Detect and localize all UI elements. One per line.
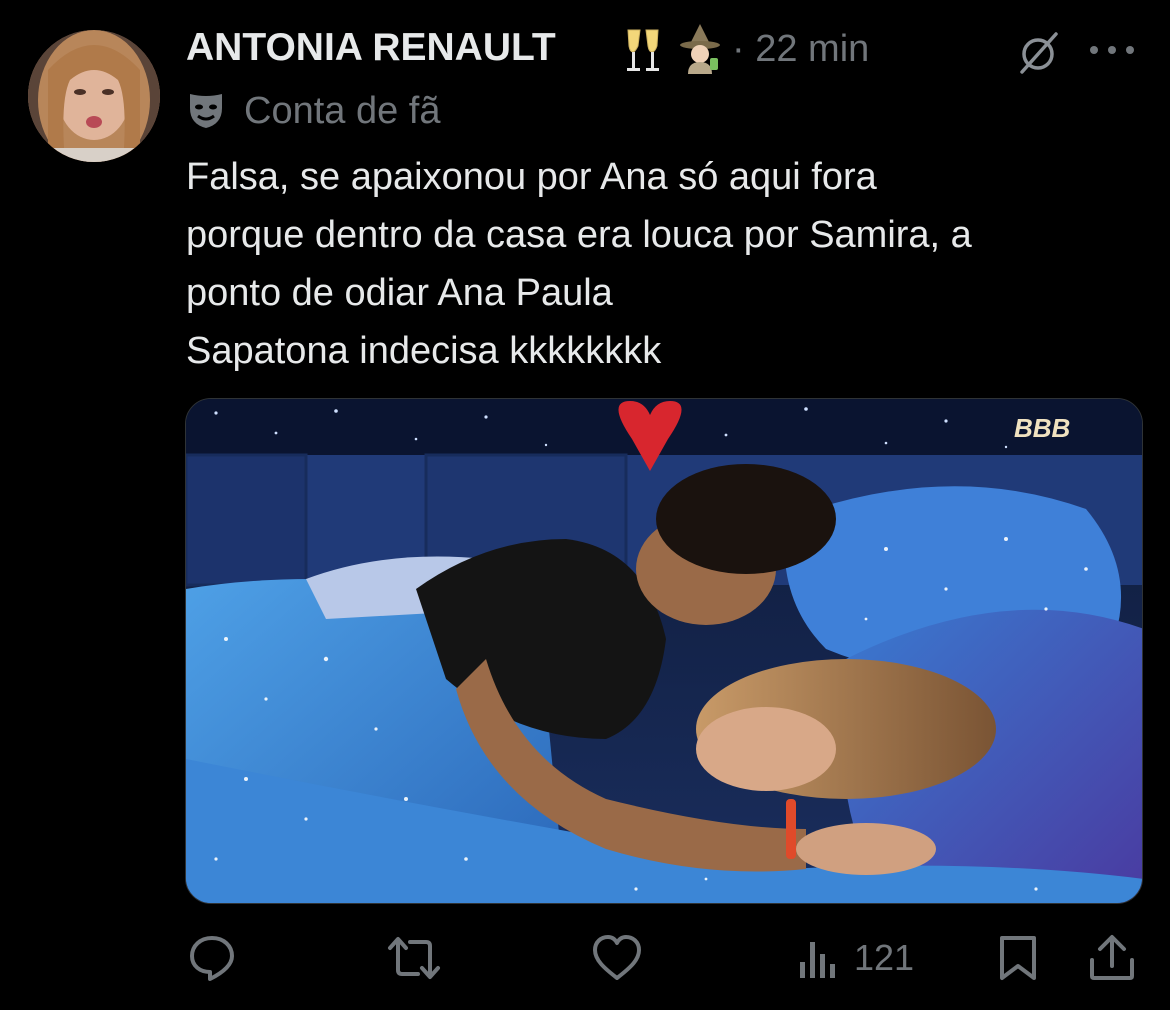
tweet-header: ANTONIA RENAULT · 22 min [186,24,1146,76]
community-label: Conta de fã [244,90,441,132]
like-button[interactable] [590,930,644,986]
media-watermark: BBB [1014,413,1070,443]
share-button[interactable] [1086,930,1138,986]
tweet-timestamp[interactable]: · 22 min [732,28,869,71]
views-icon [800,942,835,978]
tweet-text-line: ponto de odiar Ana Paula [186,272,613,314]
views-count: 121 [854,937,915,978]
author-avatar[interactable] [28,30,160,162]
performing-arts-mask-icon [186,90,226,130]
more-icon[interactable] [1084,42,1140,58]
witch-emoji [676,24,724,74]
reply-icon [190,936,234,981]
reply-button[interactable] [186,930,238,986]
retweet-button[interactable] [386,930,442,986]
media-photo: BBB [186,399,1142,903]
author-name[interactable]: ANTONIA RENAULT [186,26,556,70]
avatar-photo [28,30,160,162]
bookmark-button[interactable] [994,930,1042,986]
like-icon [593,935,641,980]
tweet-text-line: Falsa, se apaixonou por Ana só aqui fora [186,156,877,198]
tweet-text: Falsa, se apaixonou por Ana só aqui fora… [186,148,1146,380]
tweet-media-image[interactable]: BBB [185,398,1143,904]
tweet-text-line: Sapatona indecisa kkkkkkkk [186,330,662,372]
clinking-glasses-emoji [624,26,664,74]
tweet-text-line: porque dentro da casa era louca por Sami… [186,214,972,256]
tweet-action-bar: 121 [0,930,1170,986]
share-icon [1090,935,1134,980]
grok-icon[interactable] [1014,30,1062,74]
retweet-icon [388,937,440,979]
bookmark-icon [1000,936,1036,980]
views-button[interactable]: 121 [796,930,914,986]
